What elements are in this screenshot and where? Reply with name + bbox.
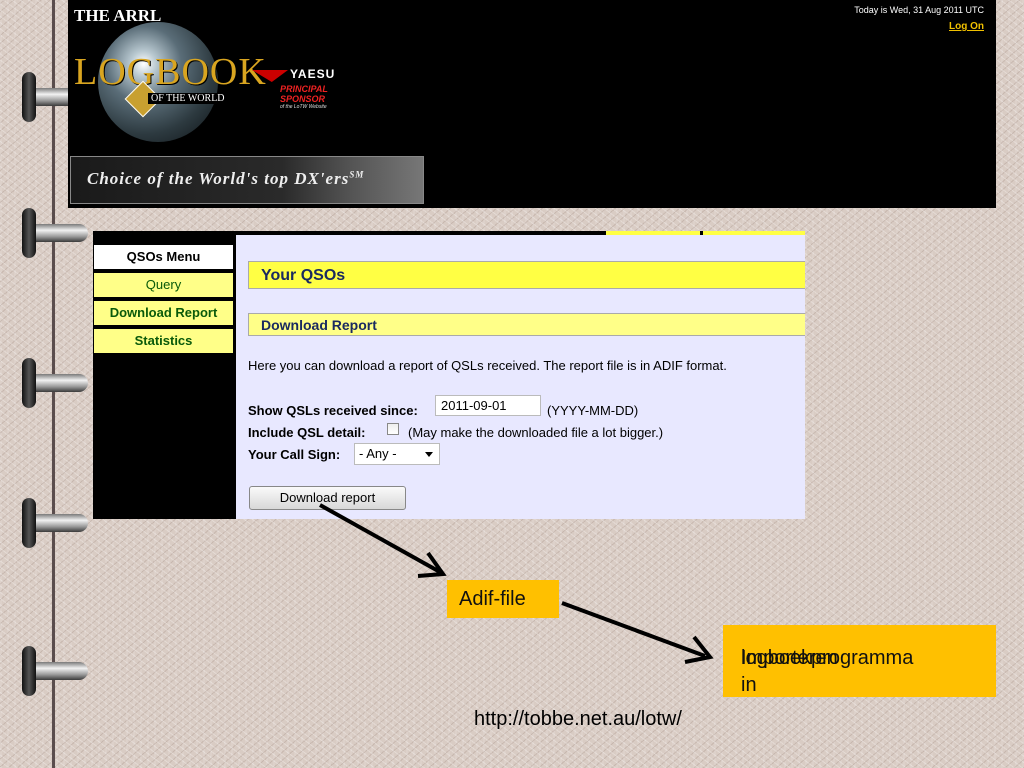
- service-mark: SM: [349, 169, 365, 180]
- description-text: Here you can download a report of QSLs r…: [248, 358, 727, 373]
- qsos-sidebar: QSOs Menu Query Download Report Statisti…: [93, 231, 236, 519]
- binder-ring: [22, 636, 88, 704]
- callsign-value: - Any -: [359, 446, 397, 461]
- callsign-select[interactable]: - Any -: [354, 443, 440, 465]
- top-tab-strip: [606, 231, 805, 235]
- callsign-label: Your Call Sign:: [248, 447, 341, 462]
- tagline-text: Choice of the World's top DX'ers: [87, 169, 350, 188]
- chevron-down-icon: [425, 452, 433, 457]
- page-title: Your QSOs: [261, 267, 346, 284]
- date-format-hint: (YYYY-MM-DD): [547, 403, 639, 418]
- sponsor-subtitle: of the LoTW Website: [280, 104, 327, 110]
- since-label: Show QSLs received since:: [248, 403, 418, 418]
- sidebar-item-statistics[interactable]: Statistics: [94, 329, 233, 353]
- page-heading-bar: Your QSOs: [248, 261, 805, 289]
- section-title: Download Report: [261, 317, 377, 333]
- logo-subtitle: OF THE WORLD: [148, 93, 228, 104]
- since-date-input[interactable]: 2011-09-01: [435, 395, 541, 416]
- include-detail-checkbox[interactable]: [387, 423, 399, 435]
- sponsor-title: PRINCIPAL SPONSOR: [280, 84, 328, 104]
- binder-ring: [22, 488, 88, 556]
- detail-label: Include QSL detail:: [248, 425, 366, 440]
- arrowhead-adif: [417, 551, 447, 578]
- adif-callout: Adif-file: [447, 580, 559, 618]
- sidebar-item-download-report[interactable]: Download Report: [94, 301, 233, 325]
- tagline-banner: Choice of the World's top DX'ersSM: [70, 156, 424, 204]
- logo-org: THE ARRL: [74, 6, 162, 25]
- sidebar-item-query[interactable]: Query: [94, 273, 233, 297]
- import-callout-line2: logboekprogramma: [741, 647, 914, 669]
- log-on-link[interactable]: Log On: [949, 21, 984, 32]
- binder-ring: [22, 198, 88, 266]
- arrow-to-import: [561, 601, 706, 658]
- main-content: Your QSOs Download Report Here you can d…: [236, 231, 805, 519]
- sponsor-brand: YAESU: [290, 67, 336, 81]
- site-banner: THE ARRL LOGBOOK OF THE WORLD YAESU PRIN…: [68, 0, 996, 208]
- section-heading-bar: Download Report: [248, 313, 805, 336]
- download-report-button[interactable]: Download report: [249, 486, 406, 510]
- adif-callout-text: Adif-file: [459, 588, 526, 610]
- import-callout: Importeren in logboekprogramma: [723, 625, 996, 697]
- source-url: http://tobbe.net.au/lotw/: [474, 708, 682, 730]
- logo-title: LOGBOOK: [74, 51, 267, 93]
- arrowhead-import: [684, 635, 714, 664]
- current-date: Today is Wed, 31 Aug 2011 UTC: [854, 5, 984, 15]
- lotw-logo[interactable]: THE ARRL LOGBOOK OF THE WORLD YAESU PRIN…: [68, 0, 368, 150]
- sidebar-title: QSOs Menu: [94, 245, 233, 269]
- binder-ring: [22, 348, 88, 416]
- detail-hint: (May make the downloaded file a lot bigg…: [408, 425, 664, 440]
